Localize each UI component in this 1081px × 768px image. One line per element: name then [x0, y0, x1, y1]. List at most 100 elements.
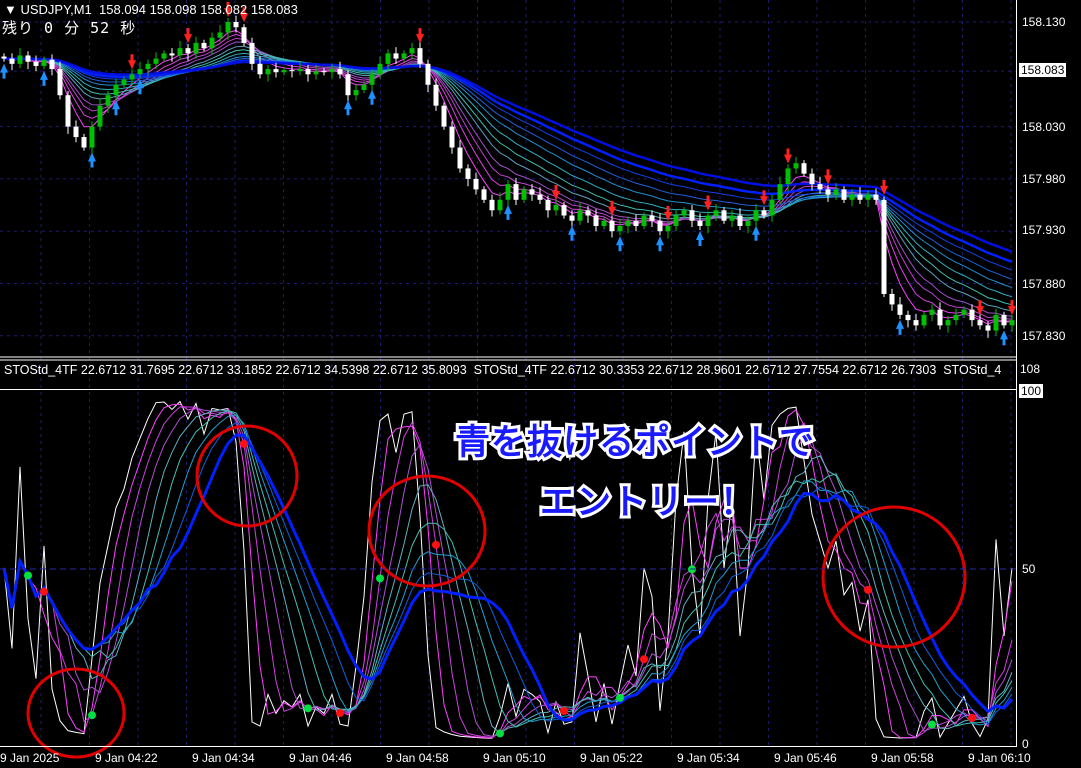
candle-body — [801, 163, 807, 174]
candle-body — [929, 309, 935, 315]
candle-body — [153, 58, 159, 64]
annotation-line2: エントリー！ — [537, 480, 758, 526]
candle-body — [361, 84, 367, 90]
time-label: 9 Jan 04:58 — [386, 751, 449, 765]
collapse-triangle-icon[interactable]: ▼ — [4, 2, 20, 17]
candle-body — [217, 32, 223, 38]
candle-body — [473, 178, 479, 190]
candle-body — [497, 199, 503, 211]
sell-dot-icon — [640, 655, 648, 664]
ema-line — [3, 52, 1013, 298]
candle-body — [1001, 314, 1007, 326]
candle-body — [841, 189, 847, 200]
candle-body — [913, 320, 919, 326]
indicator-100-label: 100 — [1019, 384, 1044, 398]
candle-body — [705, 215, 711, 226]
sell-dot-icon — [968, 714, 976, 723]
signal-arrows — [0, 2, 1016, 346]
candle-body — [377, 63, 383, 75]
candle-body — [857, 194, 863, 200]
candle-body — [905, 314, 911, 321]
chart-canvas[interactable] — [0, 0, 1081, 768]
candle-body — [81, 137, 87, 148]
candle-body — [953, 314, 959, 321]
candle-body — [521, 189, 527, 200]
buy-dot-icon — [88, 711, 96, 720]
buy-arrow-icon — [368, 89, 376, 105]
buy-dot-icon — [496, 729, 504, 738]
candle-body — [537, 194, 543, 200]
candle-body — [145, 63, 151, 70]
candle-body — [737, 215, 743, 226]
buy-dot-icon — [616, 693, 624, 702]
candle-body — [937, 309, 943, 326]
candle-body — [273, 69, 279, 73]
highlight-circle — [821, 505, 967, 649]
ohlc-values: 158.094 158.098 158.082 158.083 — [99, 2, 298, 17]
buy-arrow-icon — [344, 100, 352, 116]
candle-body — [833, 189, 839, 195]
current-price-label: 158.083 — [1019, 63, 1067, 77]
candle-body — [289, 70, 295, 72]
candle-body — [609, 220, 615, 232]
buy-arrow-icon — [656, 236, 664, 252]
sell-dot-icon — [560, 706, 568, 715]
candle-body — [241, 27, 247, 43]
candle-body — [337, 69, 343, 75]
ema-line — [3, 58, 1013, 271]
candle-body — [513, 184, 519, 200]
sell-dot-icon — [864, 585, 872, 594]
candle-body — [785, 168, 791, 185]
candle-body — [321, 71, 327, 73]
candle-body — [233, 22, 239, 28]
candle-body — [185, 48, 191, 54]
candle-body — [865, 194, 871, 200]
candle-body — [161, 53, 167, 59]
sell-dot-icon — [336, 709, 344, 718]
candle-body — [545, 199, 551, 211]
indicator-50-label: 50 — [1022, 562, 1036, 576]
candle-body — [873, 194, 879, 200]
candle-body — [313, 71, 319, 75]
candle-body — [281, 70, 287, 73]
candle-body — [49, 59, 55, 70]
candle-body — [969, 309, 975, 321]
ma-ribbon — [3, 29, 1013, 325]
buy-arrow-icon — [1000, 330, 1008, 346]
candle-body — [425, 63, 431, 85]
candle-body — [793, 163, 799, 169]
candle-body — [441, 105, 447, 127]
candle-body — [401, 53, 407, 59]
candle-body — [41, 59, 47, 66]
candle-body — [641, 215, 647, 226]
indicator-max-label: 108 — [1020, 362, 1041, 376]
candle-body — [201, 42, 207, 49]
time-label: 9 Jan 04:34 — [192, 751, 255, 765]
time-label: 9 Jan 05:34 — [677, 751, 740, 765]
buy-dot-icon — [928, 720, 936, 729]
buy-dot-icon — [376, 574, 384, 583]
candle-body — [97, 105, 103, 127]
candle-body — [529, 189, 535, 195]
candle-body — [993, 314, 999, 331]
candle-body — [209, 37, 215, 49]
sell-arrow-icon — [416, 28, 424, 44]
price-label: 157.830 — [1022, 329, 1066, 343]
candle-body — [449, 126, 455, 148]
time-label: 9 Jan 04:22 — [95, 751, 158, 765]
candle-body — [329, 69, 335, 73]
candle-body — [65, 95, 71, 127]
buy-arrow-icon — [896, 319, 904, 335]
candle-body — [769, 199, 775, 216]
ema-line — [3, 57, 1013, 253]
time-label: 9 Jan 04:46 — [289, 751, 352, 765]
price-label: 157.880 — [1022, 277, 1066, 291]
candle-body — [465, 168, 471, 179]
candle-body — [657, 220, 663, 232]
candle-body — [825, 189, 831, 195]
candle-body — [481, 189, 487, 200]
candle-body — [1009, 320, 1015, 326]
chart-header: ▼ USDJPY,M1 158.094 158.098 158.082 158.… — [4, 2, 298, 17]
candle-body — [193, 42, 199, 54]
candle-body — [457, 147, 463, 169]
